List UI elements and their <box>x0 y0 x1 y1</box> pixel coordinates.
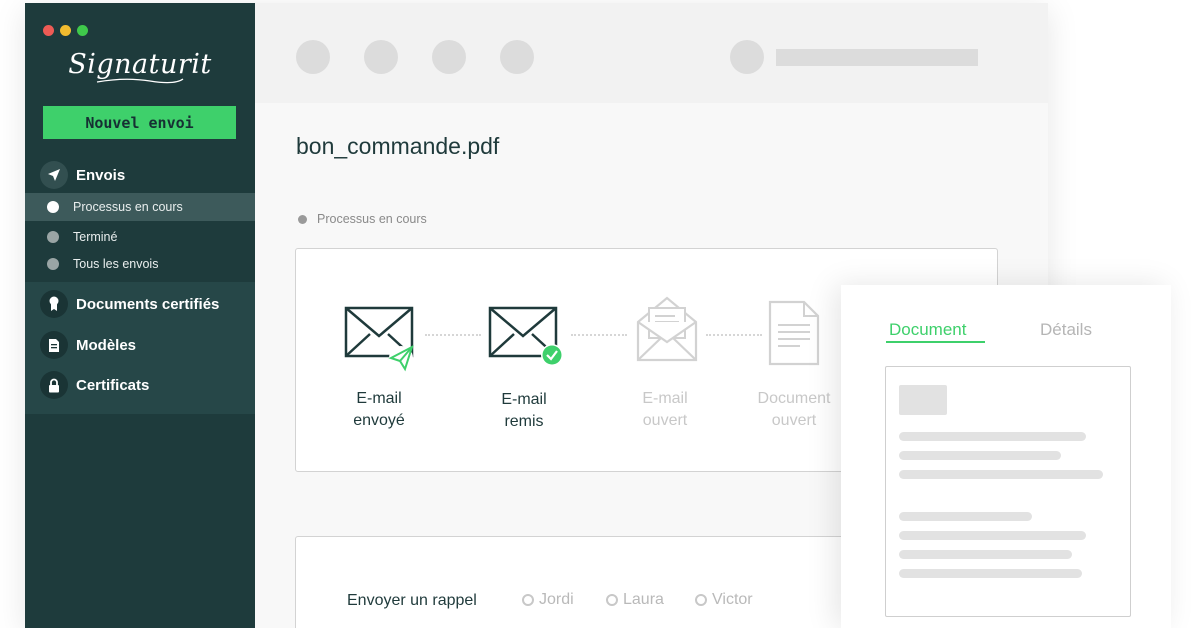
window-controls <box>43 25 88 36</box>
bullet-icon <box>47 258 59 270</box>
sidebar-item-label: Terminé <box>73 230 118 244</box>
step-label-line: E-mail <box>356 390 402 407</box>
avatar[interactable] <box>730 40 764 74</box>
step-connector <box>425 334 481 336</box>
step-label-line: remis <box>504 413 544 430</box>
bullet-icon <box>47 231 59 243</box>
step-label-line: E-mail <box>642 390 688 407</box>
step-document-opened: Document ouvert <box>729 388 859 432</box>
document-icon <box>768 300 820 366</box>
reminder-label: Envoyer un rappel <box>347 592 477 609</box>
preview-text-line <box>899 512 1032 521</box>
radio-icon <box>695 594 707 606</box>
logo-text: Signaturit <box>68 49 212 80</box>
recipient-name: Jordi <box>539 591 574 608</box>
active-bullet-icon <box>47 201 59 213</box>
recipient-name: Victor <box>712 591 753 608</box>
preview-text-line <box>899 569 1082 578</box>
recipient-option-laura[interactable]: Laura <box>606 591 664 609</box>
minimize-window-button[interactable] <box>60 25 71 36</box>
step-label-line: ouvert <box>642 412 688 429</box>
step-label-line: Document <box>757 390 831 407</box>
sidebar-item-processus-en-cours[interactable]: Processus en cours <box>25 193 255 221</box>
nav-documents-certifies[interactable]: Documents certifiés <box>40 289 219 319</box>
preview-text-line <box>899 550 1072 559</box>
nav-certificats-label: Certificats <box>76 376 150 394</box>
status-text: Processus en cours <box>317 212 427 226</box>
sidebar-item-label: Processus en cours <box>73 200 183 214</box>
nav-certificats[interactable]: Certificats <box>40 370 149 400</box>
page-title: bon_commande.pdf <box>296 133 500 159</box>
step-connector <box>571 334 627 336</box>
status-badge: Processus en cours <box>298 212 427 226</box>
step-email-delivered: E-mail remis <box>459 389 589 433</box>
step-connector <box>706 334 762 336</box>
envelope-delivered-icon <box>488 306 563 366</box>
preview-logo-placeholder <box>899 385 947 415</box>
step-label-line: ouvert <box>771 412 817 429</box>
recipient-name: Laura <box>623 591 664 608</box>
paper-plane-icon <box>40 161 68 189</box>
active-tab-underline <box>886 341 985 343</box>
close-window-button[interactable] <box>43 25 54 36</box>
signaturit-logo: Signaturit <box>25 49 255 86</box>
step-email-opened: E-mail ouvert <box>600 388 730 432</box>
radio-icon <box>606 594 618 606</box>
tab-document[interactable]: Document <box>889 320 966 340</box>
toolbar-placeholder-icon[interactable] <box>500 40 534 74</box>
lock-icon <box>40 371 68 399</box>
sidebar-item-label: Tous les envois <box>73 257 159 271</box>
nav-documents-certifies-label: Documents certifiés <box>76 295 220 313</box>
toolbar-placeholder-icon[interactable] <box>432 40 466 74</box>
nav-envois-label: Envois <box>76 166 126 184</box>
radio-icon <box>522 594 534 606</box>
preview-text-line <box>899 432 1086 441</box>
step-label-line: envoyé <box>353 412 405 429</box>
user-name-placeholder <box>776 49 978 66</box>
toolbar-placeholder-icon[interactable] <box>296 40 330 74</box>
envelope-open-icon <box>636 296 698 362</box>
screenshot-stage: Signaturit Nouvel envoi Envois Processus… <box>0 0 1200 628</box>
sidebar-item-termine[interactable]: Terminé <box>25 223 255 251</box>
status-dot-icon <box>298 214 307 224</box>
tab-details[interactable]: Détails <box>1040 320 1092 340</box>
toolbar-placeholder-icon[interactable] <box>364 40 398 74</box>
nav-modeles[interactable]: Modèles <box>40 330 136 360</box>
step-email-sent: E-mail envoyé <box>314 388 444 432</box>
document-icon <box>40 331 68 359</box>
new-send-button[interactable]: Nouvel envoi <box>43 106 236 139</box>
step-label-line: E-mail <box>501 391 547 408</box>
certified-ribbon-icon <box>40 290 68 318</box>
preview-text-line <box>899 470 1103 479</box>
nav-envois[interactable]: Envois <box>40 160 125 190</box>
nav-modeles-label: Modèles <box>76 336 137 354</box>
sidebar-item-tous-les-envois[interactable]: Tous les envois <box>25 250 255 278</box>
maximize-window-button[interactable] <box>77 25 88 36</box>
preview-text-line <box>899 531 1086 540</box>
recipient-option-jordi[interactable]: Jordi <box>522 591 574 609</box>
envelope-sent-icon <box>344 306 414 372</box>
main-header <box>255 3 1048 103</box>
preview-text-line <box>899 451 1061 460</box>
recipient-option-victor[interactable]: Victor <box>695 591 753 609</box>
